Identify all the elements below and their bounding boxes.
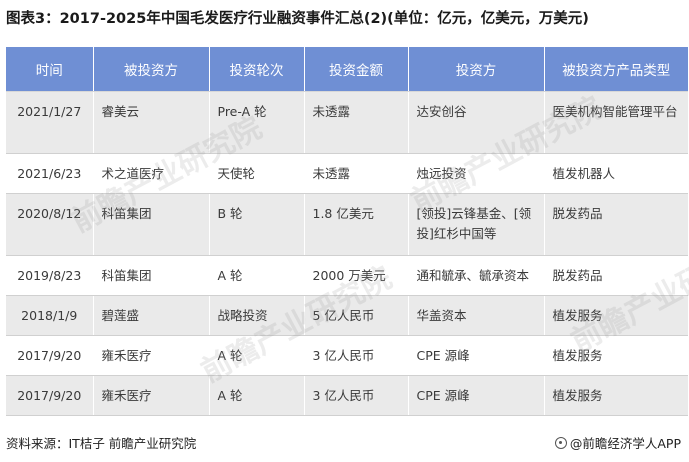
table-row: 2018/1/9 碧莲盛 战略投资 5 亿人民币 华盖资本 植发服务 (6, 295, 688, 336)
cell-date: 2020/8/12 (6, 193, 94, 256)
table-row: 2019/8/23 科笛集团 A 轮 2000 万美元 通和毓承、毓承资本 脱发… (6, 255, 688, 296)
cell-product: 植发服务 (544, 335, 688, 376)
cell-round: A 轮 (209, 375, 305, 416)
brand-logo-icon (554, 436, 567, 449)
table-row: 2021/1/27 睿美云 Pre-A 轮 未透露 达安创谷 医美机构智能管理平… (6, 91, 688, 154)
cell-product: 植发机器人 (544, 153, 688, 194)
cell-investor: 华盖资本 (408, 295, 545, 336)
cell-amount: 未透露 (304, 91, 409, 154)
cell-company: 雍禾医疗 (93, 375, 210, 416)
cell-product: 脱发药品 (544, 255, 688, 296)
cell-company: 碧莲盛 (93, 295, 210, 336)
column-header-investor: 投资方 (408, 47, 545, 92)
cell-round: 天使轮 (209, 153, 305, 194)
cell-investor: 烛远投资 (408, 153, 545, 194)
cell-company: 科笛集团 (93, 193, 210, 256)
cell-product: 植发服务 (544, 375, 688, 416)
column-header-amount: 投资金额 (304, 47, 409, 92)
cell-amount: 未透露 (304, 153, 409, 194)
financing-table: 时间 被投资方 投资轮次 投资金额 投资方 被投资方产品类型 2021/1/27… (6, 47, 688, 416)
table-header-row: 时间 被投资方 投资轮次 投资金额 投资方 被投资方产品类型 (6, 47, 688, 92)
cell-product: 医美机构智能管理平台 (544, 91, 688, 154)
cell-amount: 3 亿人民币 (304, 375, 409, 416)
table-row: 2017/9/20 雍禾医疗 A 轮 3 亿人民币 CPE 源峰 植发服务 (6, 375, 688, 416)
cell-date: 2019/8/23 (6, 255, 94, 296)
chart-title: 图表3：2017-2025年中国毛发医疗行业融资事件汇总(2)(单位：亿元，亿美… (6, 11, 589, 27)
table-row: 2021/6/23 术之道医疗 天使轮 未透露 烛远投资 植发机器人 (6, 153, 688, 194)
cell-date: 2017/9/20 (6, 375, 94, 416)
source-note: 资料来源：IT桔子 前瞻产业研究院 (6, 436, 197, 451)
cell-company: 科笛集团 (93, 255, 210, 296)
cell-product: 脱发药品 (544, 193, 688, 256)
cell-date: 2018/1/9 (6, 295, 94, 336)
cell-round: Pre-A 轮 (209, 91, 305, 154)
cell-round: B 轮 (209, 193, 305, 256)
cell-amount: 5 亿人民币 (304, 295, 409, 336)
cell-investor: CPE 源峰 (408, 335, 545, 376)
cell-amount: 3 亿人民币 (304, 335, 409, 376)
cell-round: A 轮 (209, 255, 305, 296)
cell-amount: 2000 万美元 (304, 255, 409, 296)
brand-label: @前瞻经济学人APP (569, 436, 681, 451)
cell-investor: CPE 源峰 (408, 375, 545, 416)
column-header-company: 被投资方 (93, 47, 210, 92)
cell-round: 战略投资 (209, 295, 305, 336)
cell-investor: 通和毓承、毓承资本 (408, 255, 545, 296)
cell-investor: 达安创谷 (408, 91, 545, 154)
cell-date: 2017/9/20 (6, 335, 94, 376)
brand-credit: @前瞻经济学人APP (554, 433, 681, 452)
cell-round: A 轮 (209, 335, 305, 376)
cell-product: 植发服务 (544, 295, 688, 336)
column-header-date: 时间 (6, 47, 94, 92)
cell-company: 睿美云 (93, 91, 210, 154)
cell-amount: 1.8 亿美元 (304, 193, 409, 256)
table-row: 2020/8/12 科笛集团 B 轮 1.8 亿美元 [领投]云锋基金、[领投]… (6, 193, 688, 256)
cell-company: 雍禾医疗 (93, 335, 210, 376)
cell-date: 2021/1/27 (6, 91, 94, 154)
table-row: 2017/9/20 雍禾医疗 A 轮 3 亿人民币 CPE 源峰 植发服务 (6, 335, 688, 376)
cell-company: 术之道医疗 (93, 153, 210, 194)
column-header-product: 被投资方产品类型 (544, 47, 688, 92)
cell-date: 2021/6/23 (6, 153, 94, 194)
column-header-round: 投资轮次 (209, 47, 305, 92)
cell-investor: [领投]云锋基金、[领投]红杉中国等 (408, 193, 545, 256)
